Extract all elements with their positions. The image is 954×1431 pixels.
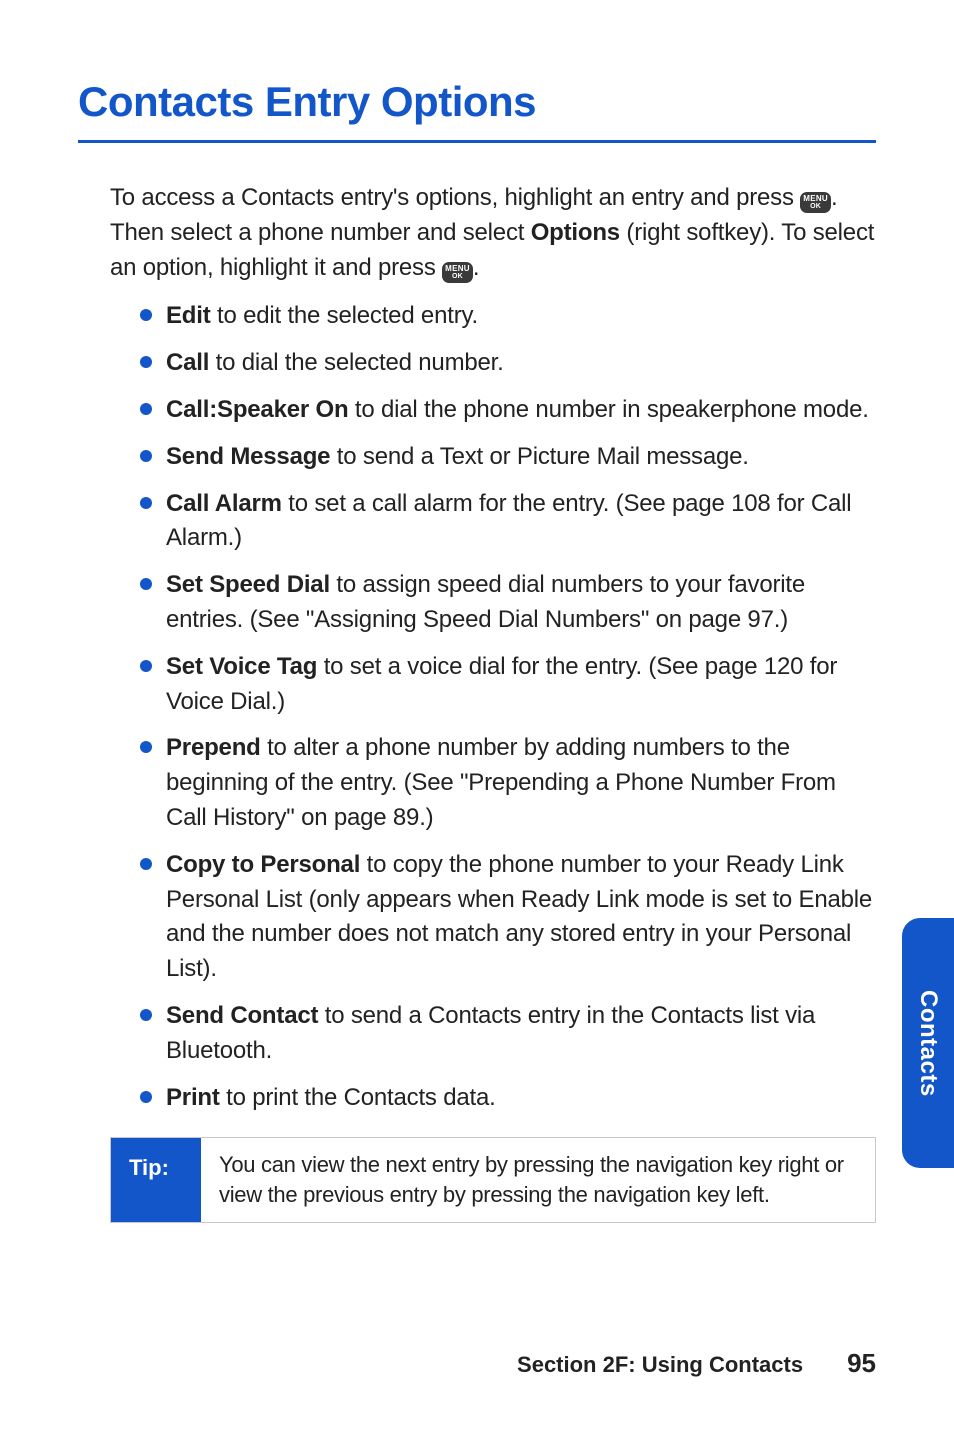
intro-text: To access a Contacts entry's options, hi… <box>110 184 800 211</box>
list-item: Call Alarm to set a call alarm for the e… <box>144 487 876 557</box>
footer-section: Section 2F: Using Contacts <box>517 1352 803 1378</box>
option-label: Send Contact <box>166 1002 318 1029</box>
list-item: Call to dial the selected number. <box>144 346 876 381</box>
list-item: Copy to Personal to copy the phone numbe… <box>144 848 876 987</box>
list-item: Send Contact to send a Contacts entry in… <box>144 999 876 1069</box>
list-item: Call:Speaker On to dial the phone number… <box>144 393 876 428</box>
option-label: Print <box>166 1084 220 1111</box>
list-item: Edit to edit the selected entry. <box>144 299 876 334</box>
option-label: Edit <box>166 302 211 329</box>
side-tab-label: Contacts <box>914 990 942 1097</box>
option-text: to edit the selected entry. <box>211 302 478 329</box>
tip-label: Tip: <box>111 1138 201 1221</box>
page-footer: Section 2F: Using Contacts 95 <box>78 1348 876 1379</box>
tip-box: Tip: You can view the next entry by pres… <box>110 1137 876 1222</box>
body-content: To access a Contacts entry's options, hi… <box>78 181 876 1223</box>
option-text: to dial the selected number. <box>209 349 503 376</box>
list-item: Print to print the Contacts data. <box>144 1081 876 1116</box>
section-side-tab: Contacts <box>902 918 954 1168</box>
page-title: Contacts Entry Options <box>78 78 876 143</box>
menu-ok-icon: MENUOK <box>800 192 831 213</box>
option-label: Send Message <box>166 443 330 470</box>
list-item: Set Speed Dial to assign speed dial numb… <box>144 568 876 638</box>
options-label: Options <box>531 219 620 246</box>
option-label: Set Voice Tag <box>166 653 317 680</box>
intro-paragraph: To access a Contacts entry's options, hi… <box>110 181 876 285</box>
option-label: Copy to Personal <box>166 851 360 878</box>
icon-line2: OK <box>445 273 470 280</box>
list-item: Prepend to alter a phone number by addin… <box>144 731 876 835</box>
options-list: Edit to edit the selected entry. Call to… <box>110 299 876 1115</box>
tip-text: You can view the next entry by pressing … <box>201 1138 875 1221</box>
option-text: to dial the phone number in speakerphone… <box>348 396 868 423</box>
page: Contacts Entry Options To access a Conta… <box>0 0 954 1431</box>
option-label: Prepend <box>166 734 261 761</box>
option-label: Call:Speaker On <box>166 396 348 423</box>
page-number: 95 <box>847 1348 876 1379</box>
option-text: to send a Text or Picture Mail message. <box>330 443 748 470</box>
menu-ok-icon: MENUOK <box>442 262 473 283</box>
icon-line1: MENU <box>803 194 828 203</box>
option-label: Set Speed Dial <box>166 571 330 598</box>
icon-line2: OK <box>803 203 828 210</box>
option-text: to print the Contacts data. <box>220 1084 496 1111</box>
intro-text: . <box>473 254 479 281</box>
option-text: to alter a phone number by adding number… <box>166 734 836 831</box>
icon-line1: MENU <box>445 264 470 273</box>
option-label: Call <box>166 349 209 376</box>
option-label: Call Alarm <box>166 490 282 517</box>
list-item: Set Voice Tag to set a voice dial for th… <box>144 650 876 720</box>
list-item: Send Message to send a Text or Picture M… <box>144 440 876 475</box>
